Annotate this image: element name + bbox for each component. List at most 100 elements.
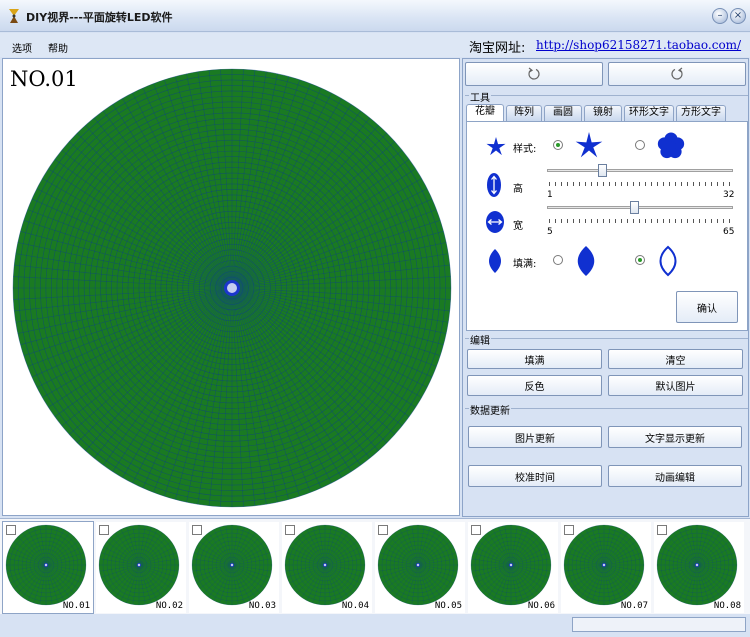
fill-label: 填满: (513, 259, 537, 270)
tab-array[interactable]: 阵列 (506, 105, 542, 121)
frame-label: NO.01 (62, 601, 90, 611)
invert-button[interactable]: 反色 (467, 375, 602, 396)
frame-checkbox[interactable] (6, 525, 16, 535)
tab-square-text[interactable]: 方形文字 (676, 105, 726, 121)
frame-label: NO.04 (341, 601, 369, 611)
update-group-label: 数据更新 (469, 402, 511, 417)
height-slider-track[interactable] (547, 169, 733, 172)
shop-label: 淘宝网址: (469, 41, 526, 56)
calibrate-time-button[interactable]: 校准时间 (468, 465, 602, 487)
thumbnail-disc (98, 524, 180, 606)
led-disc[interactable] (3, 59, 461, 517)
width-icon (486, 211, 504, 233)
petal-tab-panel: 样式: 高 1 32 宽 5 65 填满: 确认 (466, 121, 748, 331)
tab-petal[interactable]: 花瓣 (466, 104, 504, 122)
rotate-ccw-button[interactable] (465, 62, 603, 86)
shop-link[interactable]: http://shop62158271.taobao.com/ (536, 38, 741, 52)
flower-petal-icon[interactable] (655, 130, 687, 162)
confirm-button[interactable]: 确认 (676, 291, 738, 323)
thumbnail-disc (563, 524, 645, 606)
thumbnail-disc (284, 524, 366, 606)
thumbnail-disc (191, 524, 273, 606)
style-star-radio[interactable] (553, 140, 563, 150)
tab-mirror[interactable]: 镜射 (584, 105, 622, 121)
tab-ring-text[interactable]: 环形文字 (624, 105, 674, 121)
control-panel: 工具 花瓣 阵列 画圆 镜射 环形文字 方形文字 样式: 高 1 32 宽 5 … (462, 58, 749, 517)
frame-label: NO.02 (155, 601, 183, 611)
frame-label: NO.05 (434, 601, 462, 611)
rotate-cw-icon (671, 67, 683, 80)
text-update-button[interactable]: 文字显示更新 (608, 426, 742, 448)
frame-label: NO.08 (713, 601, 741, 611)
frame-thumbnail[interactable]: NO.03 (189, 522, 279, 613)
frame-checkbox[interactable] (192, 525, 202, 535)
height-label: 高 (513, 184, 523, 195)
width-label: 宽 (513, 221, 523, 232)
frame-checkbox[interactable] (99, 525, 109, 535)
menu-help[interactable]: 帮助 (48, 40, 68, 55)
petal-style-icon (486, 137, 506, 156)
height-icon (487, 173, 501, 197)
frame-checkbox[interactable] (285, 525, 295, 535)
frame-thumbnail[interactable]: NO.07 (561, 522, 651, 613)
tools-group-label: 工具 (469, 89, 491, 104)
frame-label: NO.06 (527, 601, 555, 611)
width-slider-thumb[interactable] (629, 201, 639, 214)
menu-options[interactable]: 选项 (12, 40, 32, 55)
frame-checkbox[interactable] (378, 525, 388, 535)
height-slider-ticks (549, 182, 733, 186)
tab-circle[interactable]: 画圆 (544, 105, 582, 121)
frame-thumbnail[interactable]: NO.04 (282, 522, 372, 613)
edit-group-label: 编辑 (469, 332, 491, 347)
frame-thumbnail-strip: NO.01 NO.02 NO.03 NO.04 NO.05 NO.06 NO.07 NO.08 (0, 518, 750, 614)
clear-button[interactable]: 清空 (608, 349, 743, 369)
thumbnail-disc (377, 524, 459, 606)
window-title: DIY视界---平面旋转LED软件 (26, 11, 173, 24)
frame-number: NO.01 (10, 67, 78, 91)
close-icon: × (733, 10, 743, 21)
width-slider-ticks (549, 219, 733, 223)
height-slider-thumb[interactable] (598, 164, 608, 177)
height-min: 1 (547, 190, 553, 200)
frame-label: NO.07 (620, 601, 648, 611)
animation-edit-button[interactable]: 动画编辑 (608, 465, 742, 487)
close-button[interactable]: × (730, 8, 746, 24)
default-image-button[interactable]: 默认图片 (608, 375, 743, 396)
frame-checkbox[interactable] (564, 525, 574, 535)
edit-divider (465, 338, 748, 339)
style-flower-radio[interactable] (635, 140, 645, 150)
image-update-button[interactable]: 图片更新 (468, 426, 602, 448)
outline-petal-icon[interactable] (657, 245, 679, 277)
frame-thumbnail[interactable]: NO.02 (96, 522, 186, 613)
rotate-cw-button[interactable] (608, 62, 746, 86)
title-bar: DIY视界---平面旋转LED软件 – × (0, 0, 750, 32)
height-max: 32 (723, 190, 735, 200)
thumbnail-disc (470, 524, 552, 606)
solid-petal-icon[interactable] (575, 245, 597, 277)
width-slider-track[interactable] (547, 206, 733, 209)
width-min: 5 (547, 227, 553, 237)
frame-thumbnail[interactable]: NO.05 (375, 522, 465, 613)
frame-thumbnail[interactable]: NO.08 (654, 522, 744, 613)
minimize-icon: – (717, 10, 723, 21)
thumbnail-disc (5, 524, 87, 606)
fill-solid-radio[interactable] (553, 255, 563, 265)
fill-button[interactable]: 填满 (467, 349, 602, 369)
frame-checkbox[interactable] (471, 525, 481, 535)
fill-outline-radio[interactable] (635, 255, 645, 265)
tools-divider (465, 95, 748, 96)
minimize-button[interactable]: – (712, 8, 728, 24)
fill-icon (489, 249, 501, 273)
rotate-ccw-icon (528, 67, 540, 80)
frame-thumbnail[interactable]: NO.06 (468, 522, 558, 613)
thumbnail-disc (656, 524, 738, 606)
status-bar (0, 615, 750, 637)
frame-checkbox[interactable] (657, 525, 667, 535)
style-label: 样式: (513, 144, 537, 155)
drawing-canvas[interactable]: NO.01 (2, 58, 460, 516)
star-petal-icon[interactable] (573, 130, 605, 162)
frame-label: NO.03 (248, 601, 276, 611)
width-max: 65 (723, 227, 735, 237)
status-panel (572, 617, 746, 632)
frame-thumbnail[interactable]: NO.01 (2, 521, 94, 614)
